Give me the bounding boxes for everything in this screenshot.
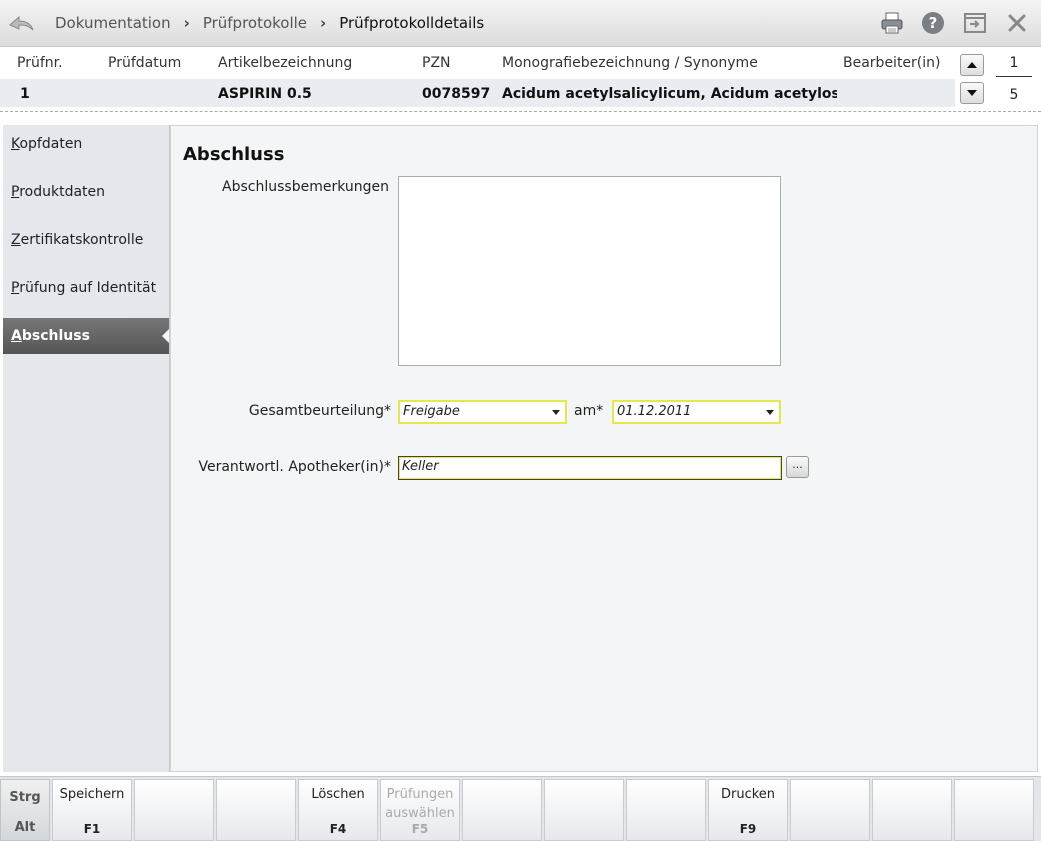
next-record-button[interactable]	[960, 82, 984, 104]
window-switch-icon[interactable]	[962, 10, 988, 36]
fkey-button-empty-7[interactable]	[544, 779, 624, 841]
fkey-button-empty-12[interactable]	[954, 779, 1034, 841]
column-header-bearbeiter: Bearbeiter(in)	[843, 55, 941, 71]
date-select[interactable]: 01.12.2011	[612, 400, 781, 424]
fkey-label: Speichern	[59, 787, 125, 802]
protocol-header: Prüfnr. Prüfdatum Artikelbezeichnung PZN…	[0, 47, 1041, 113]
row-pruefnr: 1	[20, 86, 30, 102]
fkey-button-empty-6[interactable]	[462, 779, 542, 841]
fkey-label: Drucken	[720, 787, 776, 802]
fkey-shortcut: F9	[739, 822, 757, 836]
svg-text:?: ?	[929, 14, 938, 32]
section-title: Abschluss	[183, 144, 285, 165]
title-bar: Dokumentation › Prüfprotokolle › Prüfprotoko…	[0, 0, 1041, 47]
column-header-pruefdatum: Prüfdatum	[108, 55, 182, 71]
fkey-button-empty-8[interactable]	[626, 779, 706, 841]
arrow-up-icon	[967, 62, 977, 68]
pharmacist-label: Verantwortl. Apotheker(in)*	[198, 459, 391, 475]
page-current: 1	[1009, 55, 1019, 71]
fkey-shortcut: F1	[83, 822, 101, 836]
fkey-label: Löschen	[311, 787, 365, 802]
fkey-button-empty-3[interactable]	[216, 779, 296, 841]
previous-record-button[interactable]	[960, 54, 984, 76]
fkey-button-f9[interactable]: Drucken F9	[708, 779, 788, 841]
fkey-shortcut: F4	[329, 822, 347, 836]
row-monografie: Acidum acetylsalicylicum, Acidum acetylo…	[502, 86, 837, 102]
arrow-down-icon	[967, 90, 977, 96]
function-key-bar: Strg Alt Speichern F1 Löschen F4 Prüfungen a…	[0, 776, 1041, 841]
breadcrumb-separator-icon: ›	[320, 14, 327, 32]
fkey-button-empty-11[interactable]	[872, 779, 952, 841]
modifier-key[interactable]: Strg Alt	[0, 779, 50, 841]
column-header-artikel: Artikelbezeichnung	[218, 55, 353, 71]
chevron-down-icon	[552, 410, 560, 415]
fkey-button-f5[interactable]: Prüfungen auswählen F5	[380, 779, 460, 841]
fkey-button-empty-10[interactable]	[790, 779, 870, 841]
fkey-button-empty-2[interactable]	[134, 779, 214, 841]
header-divider	[0, 111, 1041, 112]
breadcrumb-item-dokumentation[interactable]: Dokumentation	[55, 14, 171, 32]
rating-label: Gesamtbeurteilung*	[248, 403, 391, 419]
breadcrumb-item-pruefprotokolle[interactable]: Prüfprotokolle	[203, 14, 307, 32]
column-header-pruefnr: Prüfnr.	[17, 55, 63, 71]
close-icon[interactable]	[1004, 10, 1030, 36]
modifier-strg: Strg	[9, 790, 41, 805]
browse-pharmacist-button[interactable]: ...	[786, 456, 809, 478]
page-divider	[996, 76, 1032, 77]
sidebar-item-abschluss[interactable]: Abschluss	[3, 318, 169, 354]
breadcrumb-item-current: Prüfprotokolldetails	[339, 14, 485, 32]
sidebar: Kopfdaten Produktdaten Zertifikatskontro…	[3, 125, 170, 772]
sidebar-item-zertifikatskontrolle[interactable]: Zertifikatskontrolle	[3, 222, 169, 258]
column-header-pzn: PZN	[422, 55, 451, 71]
remarks-label: Abschlussbemerkungen	[222, 179, 389, 195]
fkey-shortcut: F5	[411, 822, 429, 836]
page-total: 5	[1009, 87, 1019, 103]
pharmacist-input[interactable]: Keller	[398, 456, 782, 480]
fkey-button-f1[interactable]: Speichern F1	[52, 779, 132, 841]
sidebar-item-pruefung-identitaet[interactable]: Prüfung auf Identität	[3, 270, 169, 306]
remarks-textarea[interactable]	[398, 176, 781, 366]
rating-select[interactable]: Freigabe	[398, 400, 567, 424]
column-header-monografie: Monografiebezeichnung / Synonyme	[502, 55, 758, 71]
breadcrumb-separator-icon: ›	[183, 14, 190, 32]
modifier-alt: Alt	[14, 820, 36, 835]
sidebar-item-produktdaten[interactable]: Produktdaten	[3, 174, 169, 210]
fkey-label: Prüfungen auswählen	[385, 787, 455, 821]
date-select-value: 01.12.2011	[617, 404, 692, 419]
main-panel: Abschluss Abschlussbemerkungen Gesamtbeu…	[170, 125, 1038, 772]
chevron-down-icon	[766, 410, 774, 415]
breadcrumb: Dokumentation › Prüfprotokolle › Prüfprotoko…	[55, 14, 484, 32]
row-artikel: ASPIRIN 0.5	[218, 86, 312, 102]
back-arrow-icon[interactable]	[6, 9, 36, 37]
rating-select-value: Freigabe	[403, 404, 460, 419]
row-pzn: 0078597	[422, 86, 491, 102]
sidebar-item-kopfdaten[interactable]: Kopfdaten	[3, 126, 169, 162]
fkey-button-f4[interactable]: Löschen F4	[298, 779, 378, 841]
printer-icon[interactable]	[879, 10, 905, 36]
help-icon[interactable]: ?	[920, 10, 946, 36]
date-label: am*	[574, 403, 604, 419]
